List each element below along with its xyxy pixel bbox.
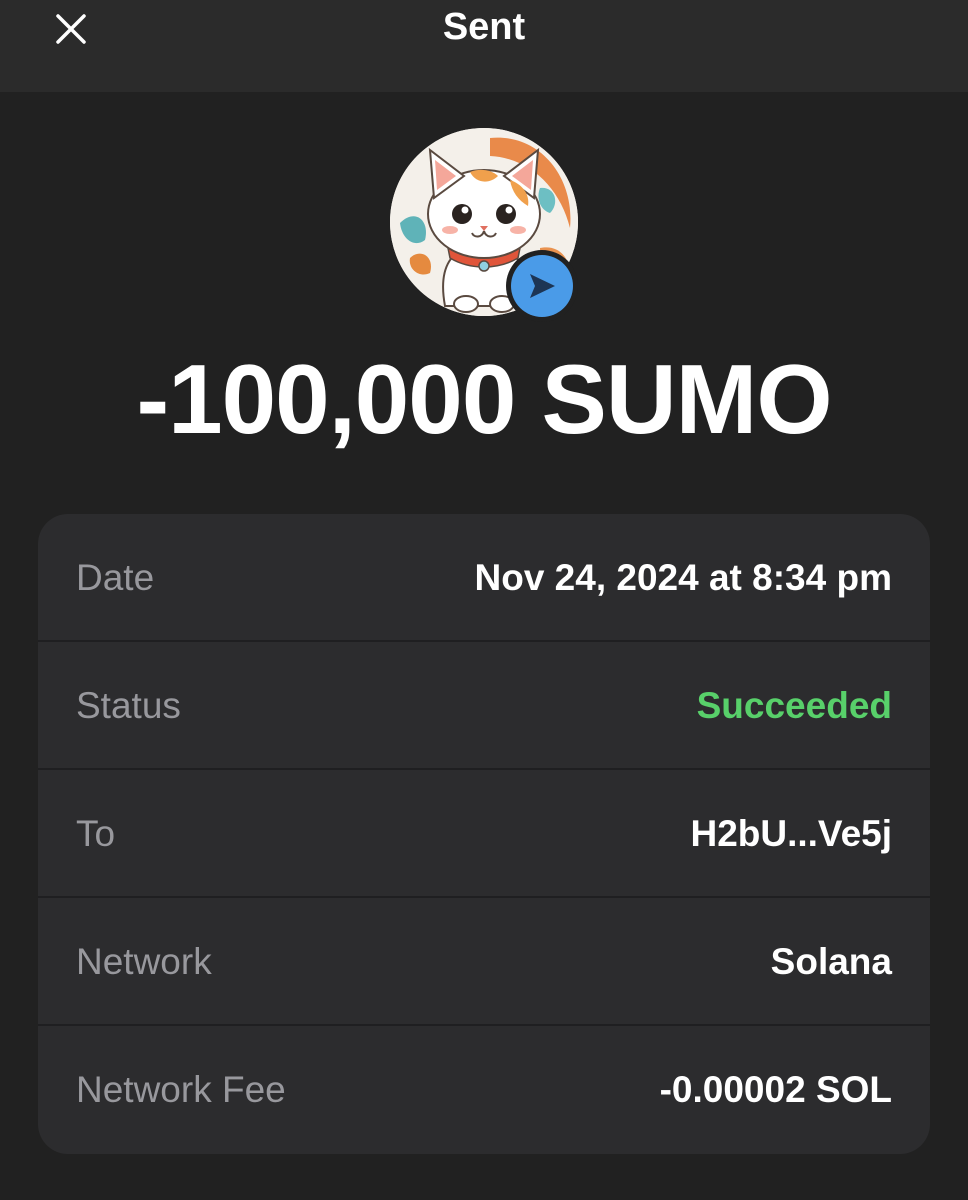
transaction-detail-screen: Sent -100,000 SUMO Date Nov 24, 2024 at … <box>0 0 968 1200</box>
detail-row-network-fee: Network Fee -0.00002 SOL <box>38 1026 930 1154</box>
network-fee-label: Network Fee <box>76 1069 286 1110</box>
send-arrow-icon <box>530 274 555 298</box>
detail-row-to[interactable]: To H2bU...Ve5j <box>38 770 930 898</box>
date-label: Date <box>76 557 155 598</box>
detail-row-status: Status Succeeded <box>38 642 930 770</box>
network-label: Network <box>76 941 212 982</box>
date-value: Nov 24, 2024 at 8:34 pm <box>474 557 893 598</box>
send-badge-circle <box>511 255 573 317</box>
page-title: Sent <box>442 6 526 48</box>
network-value: Solana <box>770 941 892 982</box>
transaction-amount: -100,000 SUMO <box>136 344 832 454</box>
header-bar: Sent <box>0 0 968 92</box>
status-value: Succeeded <box>696 685 892 726</box>
network-fee-value: -0.00002 SOL <box>659 1069 892 1110</box>
detail-row-network: Network Solana <box>38 898 930 1026</box>
transaction-details-card: Date Nov 24, 2024 at 8:34 pm Status Succ… <box>38 514 930 1154</box>
detail-row-date: Date Nov 24, 2024 at 8:34 pm <box>38 514 930 642</box>
to-address-value[interactable]: H2bU...Ve5j <box>690 770 892 898</box>
status-label: Status <box>76 685 181 726</box>
send-badge <box>506 250 578 322</box>
to-label: To <box>76 813 116 854</box>
